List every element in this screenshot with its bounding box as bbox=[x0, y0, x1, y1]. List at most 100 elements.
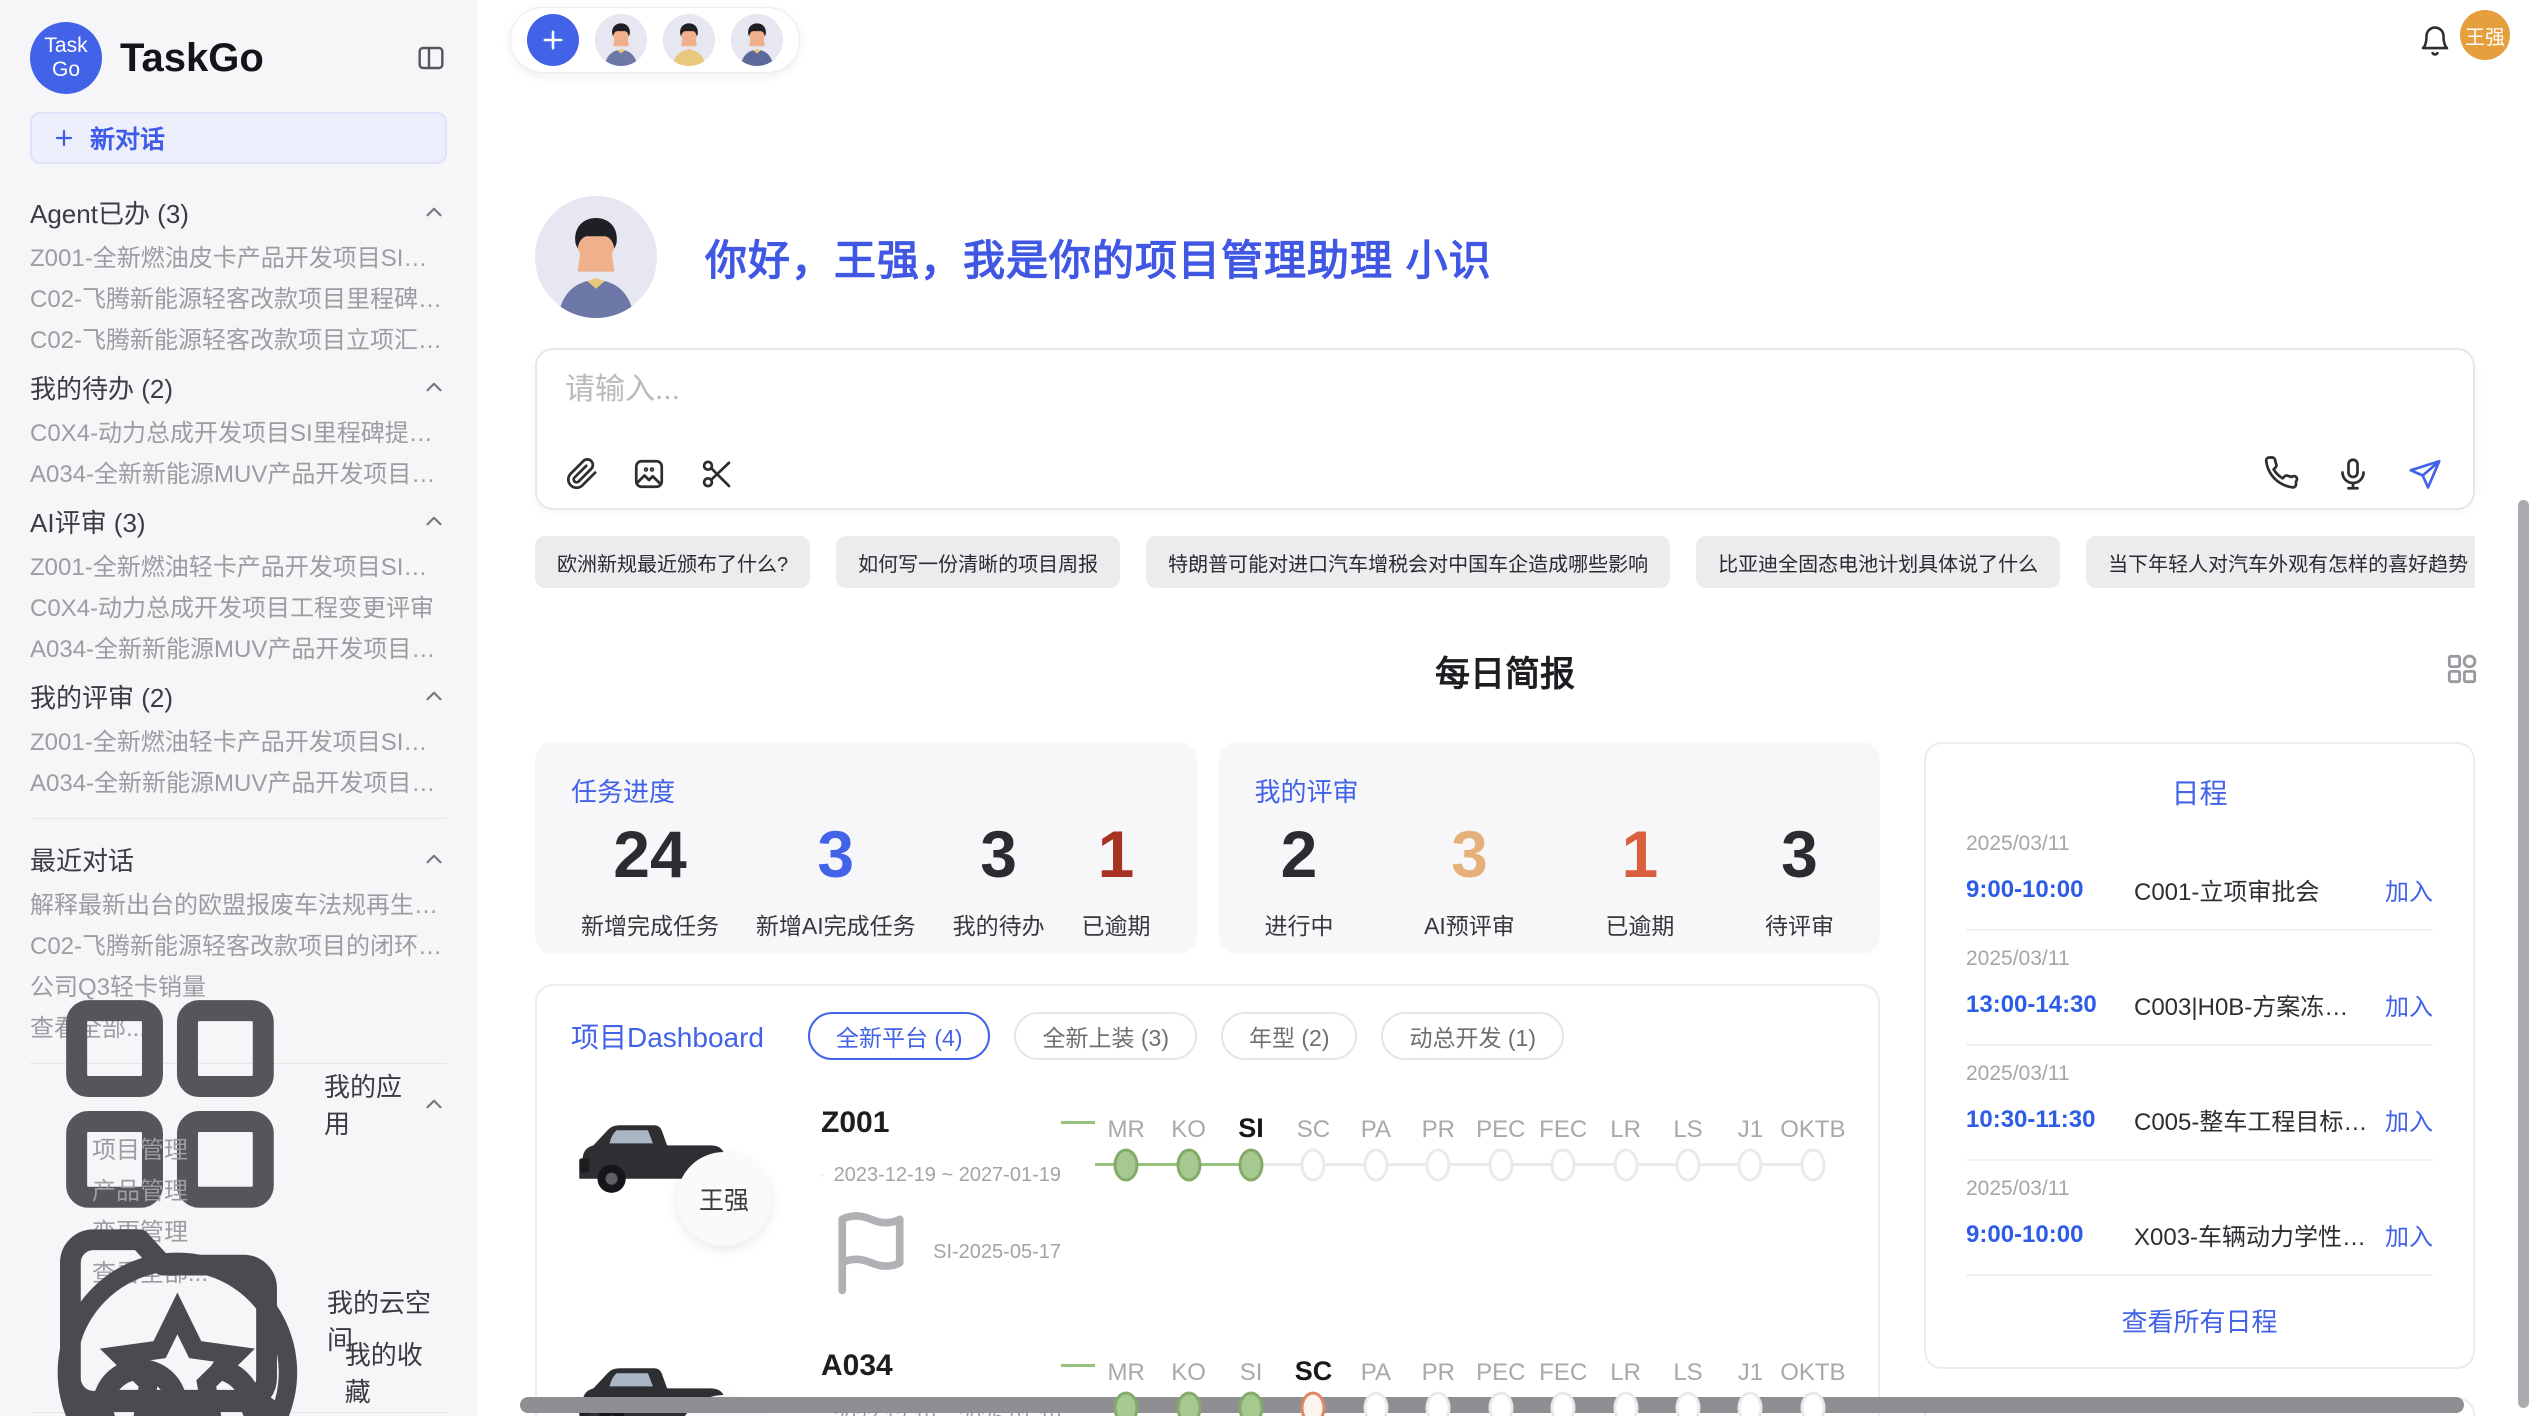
timeline-lead-segment bbox=[1061, 1121, 1095, 1124]
paperclip-icon bbox=[563, 456, 599, 492]
sidebar-list-item[interactable]: C0X4-动力总成开发项目工程变更评审 bbox=[30, 588, 447, 629]
stat-label: 已逾期 bbox=[1605, 907, 1674, 941]
sidebar-list-item[interactable]: Z001-全新燃油轻卡产品开发项目SI造型提交物评审 bbox=[30, 547, 447, 588]
dashboard-tab[interactable]: 全新上装 (3) bbox=[1014, 1012, 1197, 1060]
composer bbox=[535, 348, 2475, 510]
project-media: 王强 bbox=[571, 1102, 821, 1252]
chat-input[interactable] bbox=[563, 372, 2447, 408]
suggestion-chip-2[interactable]: 如何写一份清晰的项目周报 bbox=[836, 536, 1120, 588]
flag-icon bbox=[821, 1201, 923, 1303]
stat-label: AI预评审 bbox=[1424, 907, 1515, 941]
send-button[interactable] bbox=[2407, 456, 2443, 492]
stat: 1已逾期 bbox=[1082, 821, 1151, 941]
writing-icon bbox=[30, 1358, 325, 1416]
dashboard-tab[interactable]: 年型 (2) bbox=[1221, 1012, 1358, 1060]
sidebar-list-item[interactable]: Z001-全新燃油皮卡产品开发项目SI节点Lesson Learn报告 bbox=[30, 238, 447, 279]
greeting-text: 你好，王强，我是你的项目管理助理 小识 bbox=[705, 227, 1492, 288]
milestone-node bbox=[1114, 1392, 1139, 1416]
schedule-date: 2025/03/11 bbox=[1966, 832, 2433, 856]
briefing-title: 每日简报 bbox=[535, 646, 2475, 697]
dashboard-projects: 王强Z0012023-12-19 ~ 2027-01-19SI-2025-05-… bbox=[571, 1102, 1844, 1416]
schedule-item: 2025/03/1113:00-14:30C003|H0B-方案冻结评审加入 bbox=[1966, 931, 2433, 1046]
suggestion-chip-1[interactable]: 欧洲新规最近颁布了什么? bbox=[535, 536, 810, 588]
dashboard-tab[interactable]: 动总开发 (1) bbox=[1381, 1012, 1564, 1060]
milestone-label: J1 bbox=[1719, 1347, 1781, 1387]
milestone-label: MR bbox=[1095, 1104, 1157, 1144]
milestone-label: MR bbox=[1095, 1347, 1157, 1387]
stat-value: 2 bbox=[1281, 821, 1318, 887]
attach-file-button[interactable] bbox=[563, 456, 599, 492]
chevron-up-icon bbox=[421, 846, 447, 872]
stat-cards: 任务进度24新增完成任务3新增AI完成任务3我的待办1已逾期我的评审2进行中3A… bbox=[535, 742, 1880, 954]
suggestion-chip-5[interactable]: 当下年轻人对汽车外观有怎样的喜好趋势 bbox=[2086, 536, 2475, 588]
milestone-node bbox=[1613, 1149, 1638, 1182]
sidebar-collapse-button[interactable] bbox=[415, 42, 447, 74]
join-meeting-link[interactable]: 加入 bbox=[2385, 1217, 2433, 1252]
milestone-label: PEC bbox=[1470, 1104, 1532, 1144]
content-column: 你好，王强，我是你的项目管理助理 小识 欧洲新规最近颁布了什么? 如何写一份清晰的… bbox=[535, 0, 2475, 1416]
new-chat-button[interactable]: 新对话 bbox=[30, 112, 447, 164]
join-meeting-link[interactable]: 加入 bbox=[2385, 987, 2433, 1022]
stat-value: 1 bbox=[1098, 821, 1135, 887]
milestone-label: SC bbox=[1282, 1347, 1344, 1387]
schedule-row: 9:00-10:00X003-车辆动力学性能验...加入 bbox=[1966, 1217, 2433, 1252]
section-collapse-button[interactable] bbox=[421, 683, 447, 709]
chevron-up-icon bbox=[421, 1091, 447, 1117]
sidebar-list-item[interactable]: C02-飞腾新能源轻客改款项目的闭环通告反馈情况 bbox=[30, 926, 447, 967]
dashboard-title: 项目Dashboard bbox=[571, 1016, 764, 1056]
schedule-name: C001-立项审批会 bbox=[2134, 872, 2371, 907]
schedule-title: 日程 bbox=[1966, 772, 2433, 816]
section-collapse-button[interactable] bbox=[421, 374, 447, 400]
voice-call-button[interactable] bbox=[2263, 456, 2299, 492]
milestone-node bbox=[1738, 1149, 1763, 1182]
section-collapse-button[interactable] bbox=[421, 508, 447, 534]
vertical-scrollbar[interactable] bbox=[2518, 500, 2529, 1408]
sidebar-list-item[interactable]: Z001-全新燃油轻卡产品开发项目SI节点属性5D文件评审 bbox=[30, 722, 447, 763]
join-meeting-link[interactable]: 加入 bbox=[2385, 1102, 2433, 1137]
milestone-si: SI bbox=[1220, 1104, 1282, 1303]
stat-label: 我的待办 bbox=[953, 907, 1045, 941]
milestone-node bbox=[1613, 1392, 1638, 1416]
section-collapse-button[interactable] bbox=[421, 846, 447, 872]
sidebar-list-item[interactable]: 解释最新出台的欧盟报废车法规再生塑料比例被调至15%... bbox=[30, 885, 447, 926]
sidebar-list-item[interactable]: C0X4-动力总成开发项目SI里程碑提交物检查 bbox=[30, 413, 447, 454]
join-meeting-link[interactable]: 加入 bbox=[2385, 872, 2433, 907]
stat: 2 进行中 bbox=[1265, 821, 1334, 941]
sidebar-list-item[interactable]: A034-全新新能源MUV产品开发项目造型可行性评审 bbox=[30, 763, 447, 804]
stat-value: 3 bbox=[980, 821, 1017, 887]
scissors-icon bbox=[699, 456, 735, 492]
sidebar-section-title: 最近对话 bbox=[30, 841, 421, 878]
dashboard-tab[interactable]: 全新平台 (4) bbox=[808, 1012, 991, 1060]
section-collapse-button[interactable] bbox=[421, 1091, 447, 1117]
suggestion-chip-3[interactable]: 特朗普可能对进口汽车增税会对中国车企造成哪些影响 bbox=[1146, 536, 1670, 588]
milestone-ls: LS bbox=[1657, 1104, 1719, 1303]
project-row[interactable]: 王强Z0012023-12-19 ~ 2027-01-19SI-2025-05-… bbox=[571, 1102, 1844, 1303]
milestone-mr: MR bbox=[1095, 1104, 1157, 1303]
milestone-node bbox=[1301, 1392, 1326, 1416]
milestone-node bbox=[1800, 1392, 1825, 1416]
snippet-button[interactable] bbox=[699, 456, 735, 492]
view-all-schedule-link[interactable]: 查看所有日程 bbox=[1966, 1276, 2433, 1345]
phone-icon bbox=[2263, 456, 2299, 492]
sidebar-list-item[interactable]: C02-飞腾新能源轻客改款项目里程碑画布 bbox=[30, 279, 447, 320]
stat-label: 进行中 bbox=[1265, 907, 1334, 941]
suggestion-chip-4[interactable]: 比亚迪全固态电池计划具体说了什么 bbox=[1696, 536, 2060, 588]
briefing-layout-button[interactable] bbox=[2443, 650, 2481, 688]
milestone-label: SI bbox=[1220, 1347, 1282, 1387]
milestone-node-row bbox=[1532, 1144, 1594, 1188]
stat: 3待评审 bbox=[1765, 821, 1834, 941]
milestone-oktb: OKTB bbox=[1782, 1104, 1844, 1303]
section-collapse-button[interactable] bbox=[421, 199, 447, 225]
sidebar-list-item[interactable]: A034-全新新能源MUV产品开发项目法规符合性评审 bbox=[30, 629, 447, 670]
apps-grid-icon bbox=[2443, 650, 2481, 688]
insert-image-button[interactable] bbox=[631, 456, 667, 492]
milestone-node bbox=[1676, 1149, 1701, 1182]
app-title: TaskGo bbox=[120, 36, 397, 81]
microphone-button[interactable] bbox=[2335, 456, 2371, 492]
chevron-up-icon bbox=[421, 199, 447, 225]
sidebar-list-item[interactable]: A034-全新新能源MUV产品开发项目计划变更表编写 bbox=[30, 454, 447, 495]
schedule-name: X003-车辆动力学性能验... bbox=[2134, 1217, 2371, 1252]
stat-card-title: 任务进度 bbox=[571, 772, 1161, 809]
milestone-label: PR bbox=[1407, 1104, 1469, 1144]
sidebar-list-item[interactable]: C02-飞腾新能源轻客改款项目立项汇报方案 bbox=[30, 320, 447, 361]
